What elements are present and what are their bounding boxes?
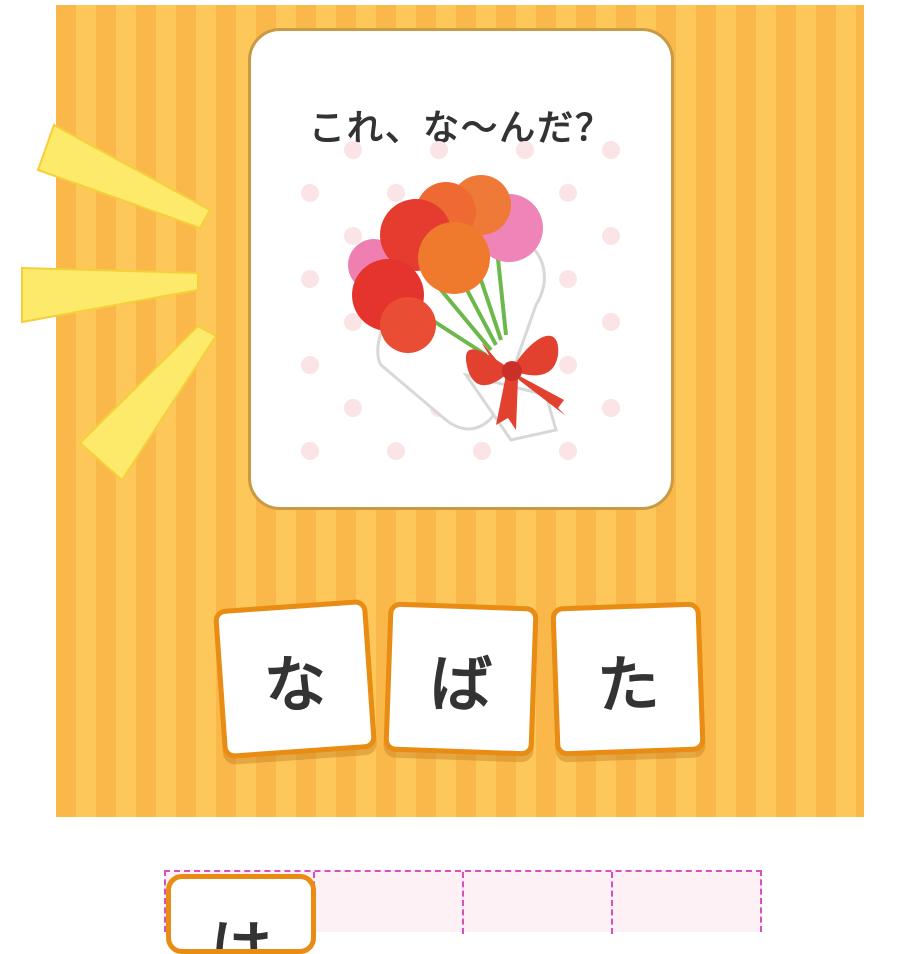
choice-tile-2[interactable]: ば xyxy=(383,601,539,757)
choice-tile-1[interactable]: な xyxy=(212,598,378,760)
carnation-bouquet-icon xyxy=(301,141,620,460)
choice-tile-label: ば xyxy=(428,646,494,723)
choice-tile-3[interactable]: た xyxy=(550,601,706,757)
answer-slot-tile-1[interactable]: は xyxy=(166,874,316,954)
answer-slot-label: は xyxy=(209,913,272,954)
choice-tile-label: た xyxy=(595,646,661,723)
slot-divider xyxy=(462,872,464,934)
slot-divider xyxy=(611,872,613,934)
choice-tile-label: な xyxy=(261,645,329,724)
